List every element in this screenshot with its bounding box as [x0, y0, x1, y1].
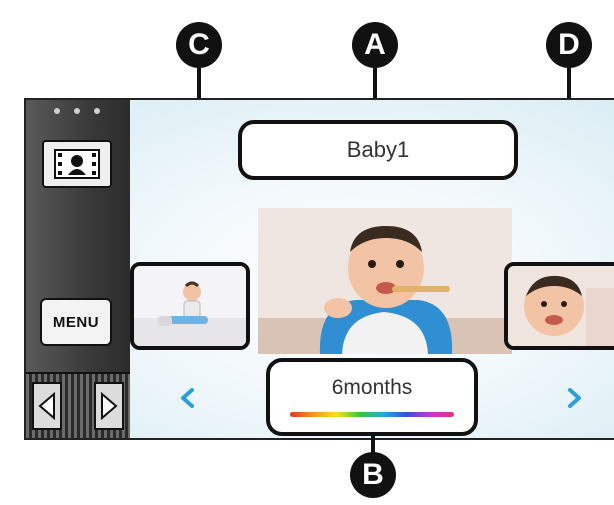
- callout-d: D: [546, 22, 592, 68]
- name-label-box[interactable]: Baby1: [238, 120, 518, 180]
- chevron-right-icon[interactable]: [562, 385, 588, 411]
- callout-a: A: [352, 22, 398, 68]
- menu-button[interactable]: MENU: [40, 298, 112, 346]
- callout-b: B: [350, 452, 396, 498]
- next-photo-thumbnail[interactable]: [504, 262, 614, 350]
- previous-photo-thumbnail[interactable]: [130, 262, 250, 350]
- age-label-box[interactable]: 6months: [266, 358, 478, 436]
- callout-c: C: [176, 22, 222, 68]
- page-dots: [54, 108, 100, 114]
- name-label: Baby1: [346, 137, 410, 162]
- chevron-left-icon[interactable]: [174, 385, 200, 411]
- rainbow-bar: [290, 412, 454, 417]
- age-label: 6months: [331, 376, 413, 399]
- left-sidebar: MENU: [26, 100, 130, 438]
- main-photo: [258, 208, 512, 354]
- triangle-right-icon[interactable]: [94, 382, 124, 430]
- camera-lcd-screen: MENU Baby1 6months: [24, 98, 614, 440]
- triangle-left-icon[interactable]: [32, 382, 62, 430]
- film-frame-icon[interactable]: [42, 140, 112, 188]
